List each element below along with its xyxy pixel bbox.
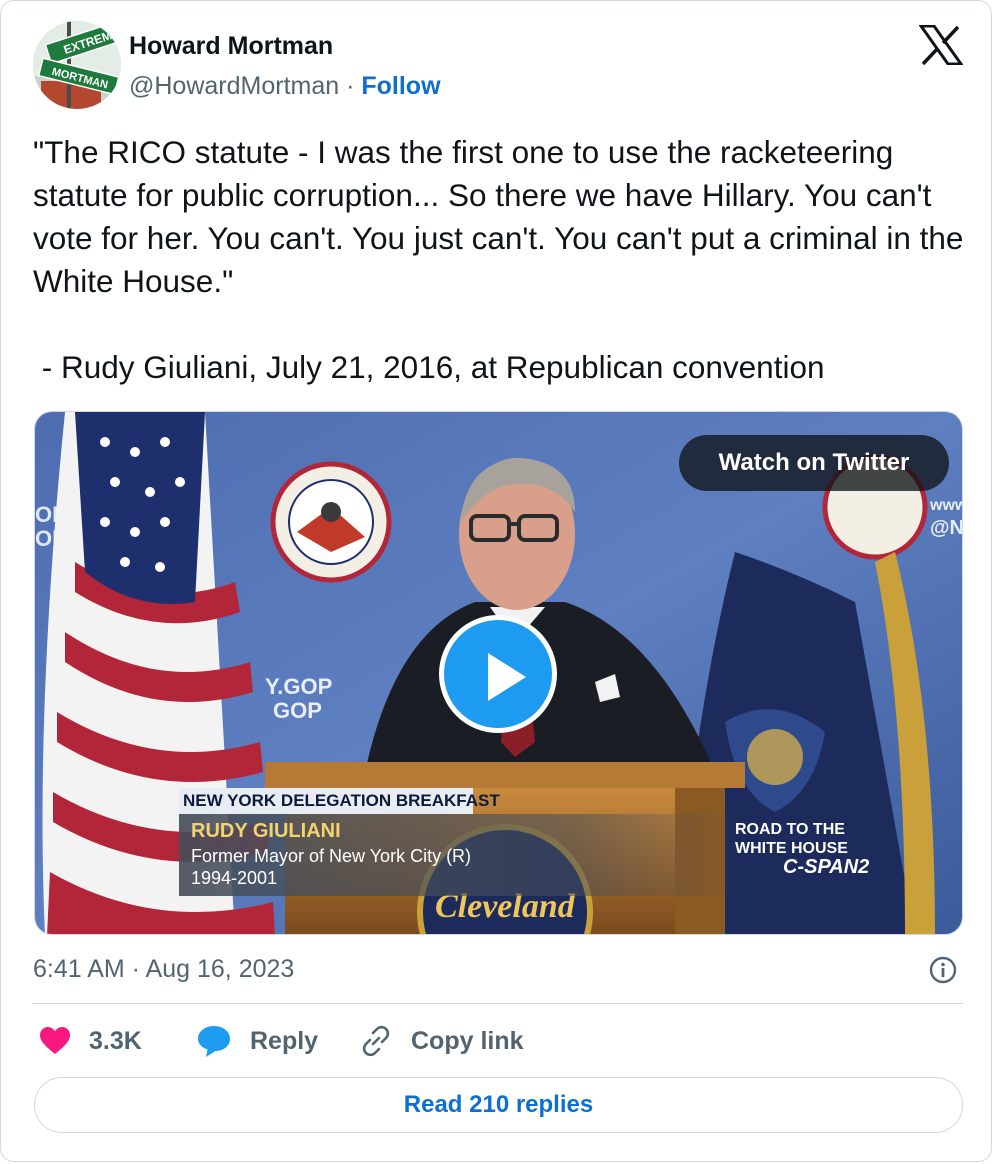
like-count: 3.3K <box>89 1026 142 1055</box>
backdrop-text-mid-2: GOP <box>273 698 322 723</box>
gop-seal-left <box>270 461 392 583</box>
network-line-3: C-SPAN2 <box>783 856 870 878</box>
info-icon[interactable] <box>929 956 957 984</box>
read-replies-button[interactable]: Read 210 replies <box>34 1077 963 1133</box>
reply-button[interactable]: Reply <box>196 1021 318 1061</box>
backdrop-text-mid-1: Y.GOP <box>265 674 332 699</box>
tweet-card: EXTREME MORTMAN Howard Mortman @HowardMo… <box>0 0 992 1162</box>
author-name[interactable]: Howard Mortman <box>129 29 333 63</box>
watch-on-twitter-button[interactable]: Watch on Twitter <box>679 435 949 491</box>
backdrop-text-right-1: www. <box>929 497 963 514</box>
heart-icon <box>40 1027 70 1054</box>
divider <box>33 1003 963 1004</box>
play-icon <box>488 653 526 701</box>
backdrop-text-right-2: @N <box>930 517 963 539</box>
network-line-1: ROAD TO THE <box>735 821 845 838</box>
network-logo: ROAD TO THE WHITE HOUSE C-SPAN2 <box>735 820 869 877</box>
author-avatar[interactable]: EXTREME MORTMAN <box>33 21 121 109</box>
like-button[interactable]: 3.3K <box>39 1021 142 1061</box>
lower-third-title: Former Mayor of New York City (R) <box>191 846 472 866</box>
reply-label: Reply <box>250 1026 319 1055</box>
x-logo-icon[interactable] <box>919 25 963 65</box>
tweet-timestamp[interactable]: 6:41 AM · Aug 16, 2023 <box>33 951 294 987</box>
meta-separator: · <box>339 72 362 100</box>
copy-link-button[interactable]: Copy link <box>359 1021 524 1061</box>
author-handle[interactable]: @HowardMortman <box>129 72 339 100</box>
avatar-image: EXTREME MORTMAN <box>33 21 121 109</box>
follow-button[interactable]: Follow <box>361 72 440 100</box>
reply-bubble-icon <box>198 1026 230 1057</box>
copy-link-label: Copy link <box>411 1026 524 1055</box>
link-icon <box>362 1025 390 1057</box>
lower-third-name: RUDY GIULIANI <box>191 820 341 842</box>
lower-third-event: NEW YORK DELEGATION BREAKFAST <box>179 788 500 814</box>
author-meta: @HowardMortman · Follow <box>129 69 441 103</box>
play-button[interactable] <box>439 615 557 733</box>
tweet-text: "The RICO statute - I was the first one … <box>33 134 964 385</box>
lower-third-years: 1994-2001 <box>191 868 278 888</box>
video-player[interactable]: OP OP Y.GOP GOP ww @N Cleveland Watch on… <box>34 411 963 935</box>
